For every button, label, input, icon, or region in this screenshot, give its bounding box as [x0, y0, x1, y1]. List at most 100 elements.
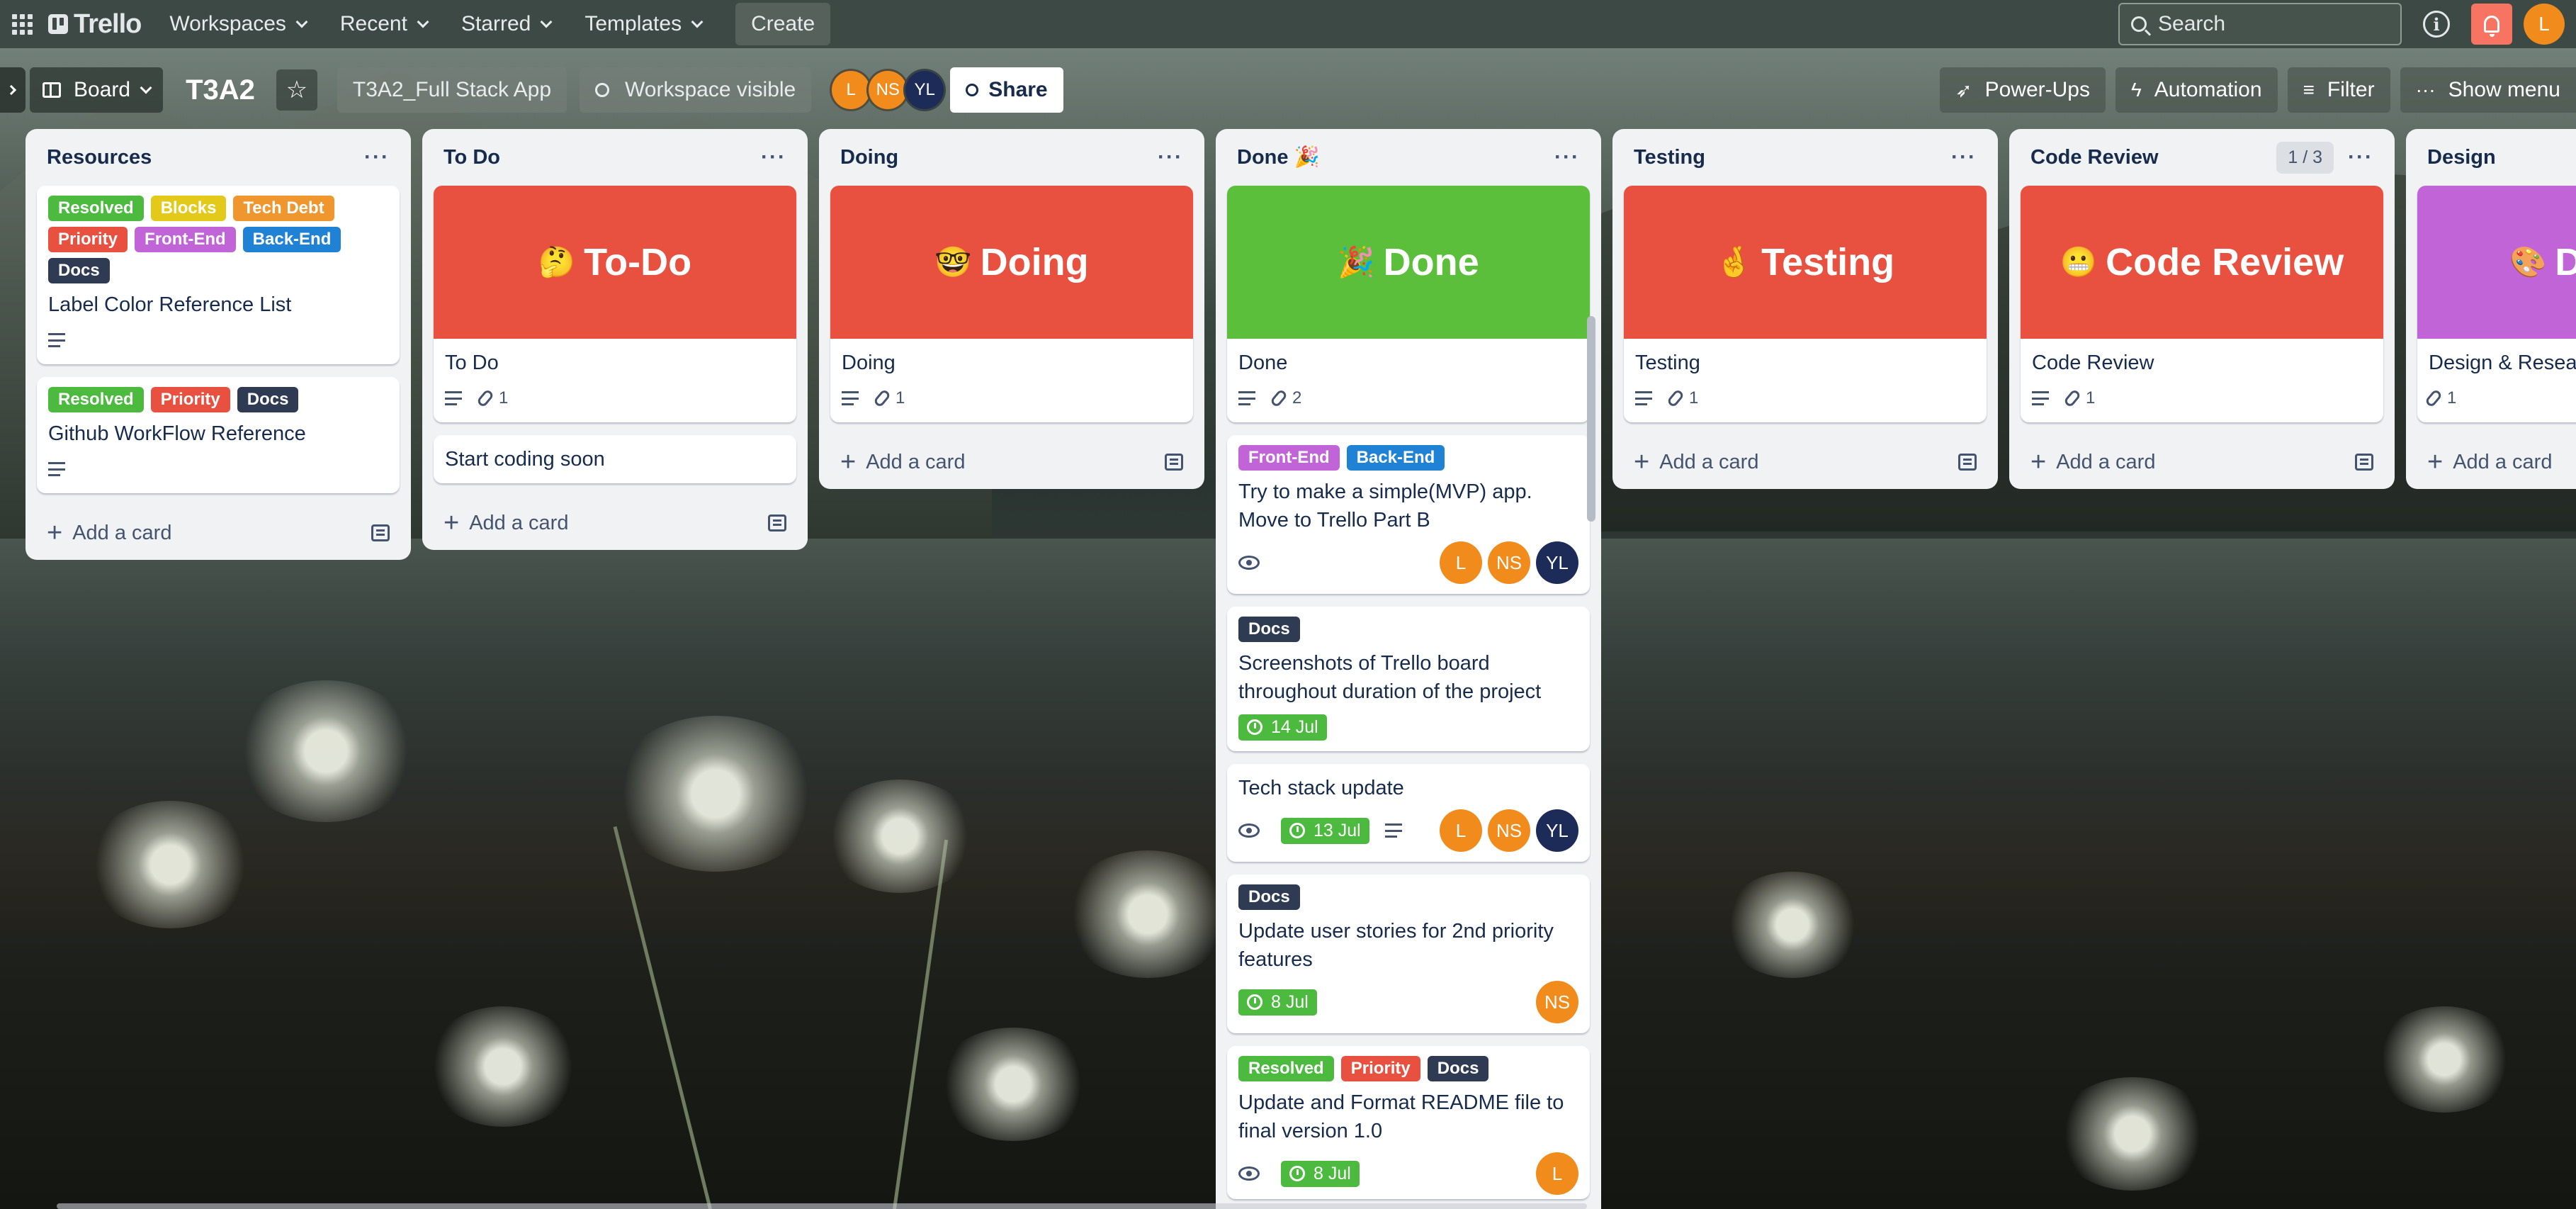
label-back-end[interactable]: Back-End	[1346, 445, 1445, 471]
create-button[interactable]: Create	[735, 3, 831, 45]
label-priority[interactable]: Priority	[48, 227, 128, 252]
workspaces-menu[interactable]: Workspaces	[169, 12, 308, 36]
board-view-switcher[interactable]: Board	[30, 67, 164, 113]
member-avatar[interactable]: NS	[1488, 809, 1530, 852]
create-from-template-icon[interactable]	[1958, 454, 1977, 471]
star-board-button[interactable]: ☆	[276, 69, 317, 111]
card[interactable]: Resolved Priority Docs Update and Format…	[1227, 1046, 1590, 1199]
list-title[interactable]: Resources	[47, 146, 152, 169]
create-from-template-icon[interactable]	[371, 524, 390, 541]
clock-icon	[1289, 1166, 1305, 1181]
app-switcher-icon[interactable]	[11, 13, 33, 35]
list-menu-button[interactable]: ···	[1951, 145, 1977, 169]
templates-menu[interactable]: Templates	[584, 12, 704, 36]
card[interactable]: 🤔 To-Do To Do 1	[434, 186, 796, 422]
due-date-badge[interactable]: 8 Jul	[1238, 989, 1317, 1016]
add-card-button[interactable]: + Add a card	[434, 496, 796, 550]
label-back-end[interactable]: Back-End	[242, 227, 341, 252]
card[interactable]: 😬 Code Review Code Review 1	[2021, 186, 2383, 422]
list-menu-button[interactable]: ···	[1554, 145, 1580, 169]
member-avatar[interactable]: L	[1440, 809, 1482, 852]
list-title[interactable]: Design	[2427, 146, 2496, 169]
filter-button[interactable]: ≡ Filter	[2287, 67, 2390, 113]
recent-menu[interactable]: Recent	[340, 12, 429, 36]
label-front-end[interactable]: Front-End	[135, 227, 236, 252]
member-avatar[interactable]: NS	[1536, 981, 1578, 1023]
board-view-icon	[43, 82, 61, 98]
label-docs[interactable]: Docs	[1238, 617, 1300, 642]
create-from-template-icon[interactable]	[768, 514, 786, 532]
list-title[interactable]: Code Review	[2030, 146, 2159, 169]
member-avatar[interactable]: L	[830, 69, 873, 111]
label-front-end[interactable]: Front-End	[1238, 445, 1340, 471]
due-date-badge[interactable]: 14 Jul	[1238, 714, 1327, 741]
member-avatar[interactable]: NS	[866, 69, 910, 111]
label-blocks[interactable]: Blocks	[150, 196, 227, 221]
label-docs[interactable]: Docs	[237, 387, 299, 412]
card[interactable]: 🎉 Done Done 2	[1227, 186, 1590, 422]
list-title[interactable]: Testing	[1634, 146, 1705, 169]
card[interactable]: Front-End Back-End Try to make a simple(…	[1227, 435, 1590, 594]
search-input[interactable]: Search	[2118, 3, 2402, 45]
list-title[interactable]: Done 🎉	[1237, 145, 1320, 169]
label-priority[interactable]: Priority	[150, 387, 230, 412]
trello-logo[interactable]: Trello	[48, 9, 142, 40]
list-title[interactable]: Doing	[840, 146, 898, 169]
member-avatar[interactable]: YL	[903, 69, 947, 111]
label-priority[interactable]: Priority	[1340, 1056, 1420, 1081]
card-title: Testing	[1635, 352, 1700, 374]
card[interactable]: Resolved Priority Docs Github WorkFlow R…	[37, 377, 400, 493]
member-avatar[interactable]: L	[1536, 1152, 1578, 1195]
list-menu-button[interactable]: ···	[1158, 145, 1183, 169]
show-menu-button[interactable]: ··· Show menu	[2400, 67, 2576, 113]
card[interactable]: Resolved Blocks Tech Debt Priority Front…	[37, 186, 400, 364]
member-avatar[interactable]: L	[1440, 541, 1482, 584]
power-ups-button[interactable]: ➶ Power-Ups	[1940, 67, 2106, 113]
visibility-button[interactable]: Workspace visible	[580, 67, 812, 113]
member-avatar[interactable]: NS	[1488, 541, 1530, 584]
add-card-button[interactable]: + Add a card	[830, 435, 1193, 489]
label-docs[interactable]: Docs	[1238, 884, 1300, 910]
add-card-button[interactable]: + Add a card	[37, 506, 400, 560]
label-resolved[interactable]: Resolved	[48, 387, 144, 412]
workspace-name-button[interactable]: T3A2_Full Stack App	[337, 67, 567, 113]
due-date-badge[interactable]: 13 Jul	[1281, 817, 1369, 844]
card-cover: 🎉 Done	[1227, 186, 1590, 339]
card[interactable]: Docs Update user stories for 2nd priorit…	[1227, 875, 1590, 1033]
label-tech-debt[interactable]: Tech Debt	[233, 196, 334, 221]
label-docs[interactable]: Docs	[48, 258, 110, 283]
add-card-button[interactable]: + Add a card	[2021, 435, 2383, 489]
card[interactable]: Tech stack update 13 Jul L NS YL	[1227, 764, 1590, 862]
label-docs[interactable]: Docs	[1427, 1056, 1489, 1081]
add-card-button[interactable]: + Add a card	[2417, 435, 2576, 489]
card[interactable]: 🎨De Design & Resear 1	[2417, 186, 2576, 422]
label-resolved[interactable]: Resolved	[48, 196, 144, 221]
account-avatar[interactable]: L	[2524, 4, 2565, 45]
list-menu-button[interactable]: ···	[364, 145, 390, 169]
card[interactable]: Docs Screenshots of Trello board through…	[1227, 607, 1590, 751]
starred-menu[interactable]: Starred	[461, 12, 553, 36]
list-testing: Testing ··· 🤞 Testing Testing 1 + Add a c…	[1612, 129, 1998, 489]
list-scrollbar[interactable]	[1587, 316, 1595, 522]
automation-button[interactable]: ϟ Automation	[2115, 67, 2278, 113]
expand-sidebar-button[interactable]	[0, 67, 26, 113]
add-card-label: Add a card	[2453, 450, 2553, 473]
list-menu-button[interactable]: ···	[761, 145, 786, 169]
member-avatar[interactable]: YL	[1536, 809, 1578, 852]
info-icon[interactable]: i	[2423, 11, 2450, 38]
create-from-template-icon[interactable]	[2355, 454, 2373, 471]
add-card-button[interactable]: + Add a card	[1624, 435, 1987, 489]
list-menu-button[interactable]: ···	[2348, 145, 2373, 169]
create-from-template-icon[interactable]	[1165, 454, 1183, 471]
due-date-badge[interactable]: 8 Jul	[1281, 1160, 1360, 1187]
card[interactable]: Start coding soon	[434, 435, 796, 483]
notifications-bell-icon[interactable]	[2471, 4, 2512, 45]
board-horizontal-scrollbar[interactable]	[57, 1203, 1587, 1209]
member-avatar[interactable]: YL	[1536, 541, 1578, 584]
board-title[interactable]: T3A2	[186, 74, 255, 106]
share-button[interactable]: Share	[950, 67, 1063, 113]
label-resolved[interactable]: Resolved	[1238, 1056, 1334, 1081]
list-title[interactable]: To Do	[444, 146, 500, 169]
card[interactable]: 🤞 Testing Testing 1	[1624, 186, 1987, 422]
card[interactable]: 🤓 Doing Doing 1	[830, 186, 1193, 422]
